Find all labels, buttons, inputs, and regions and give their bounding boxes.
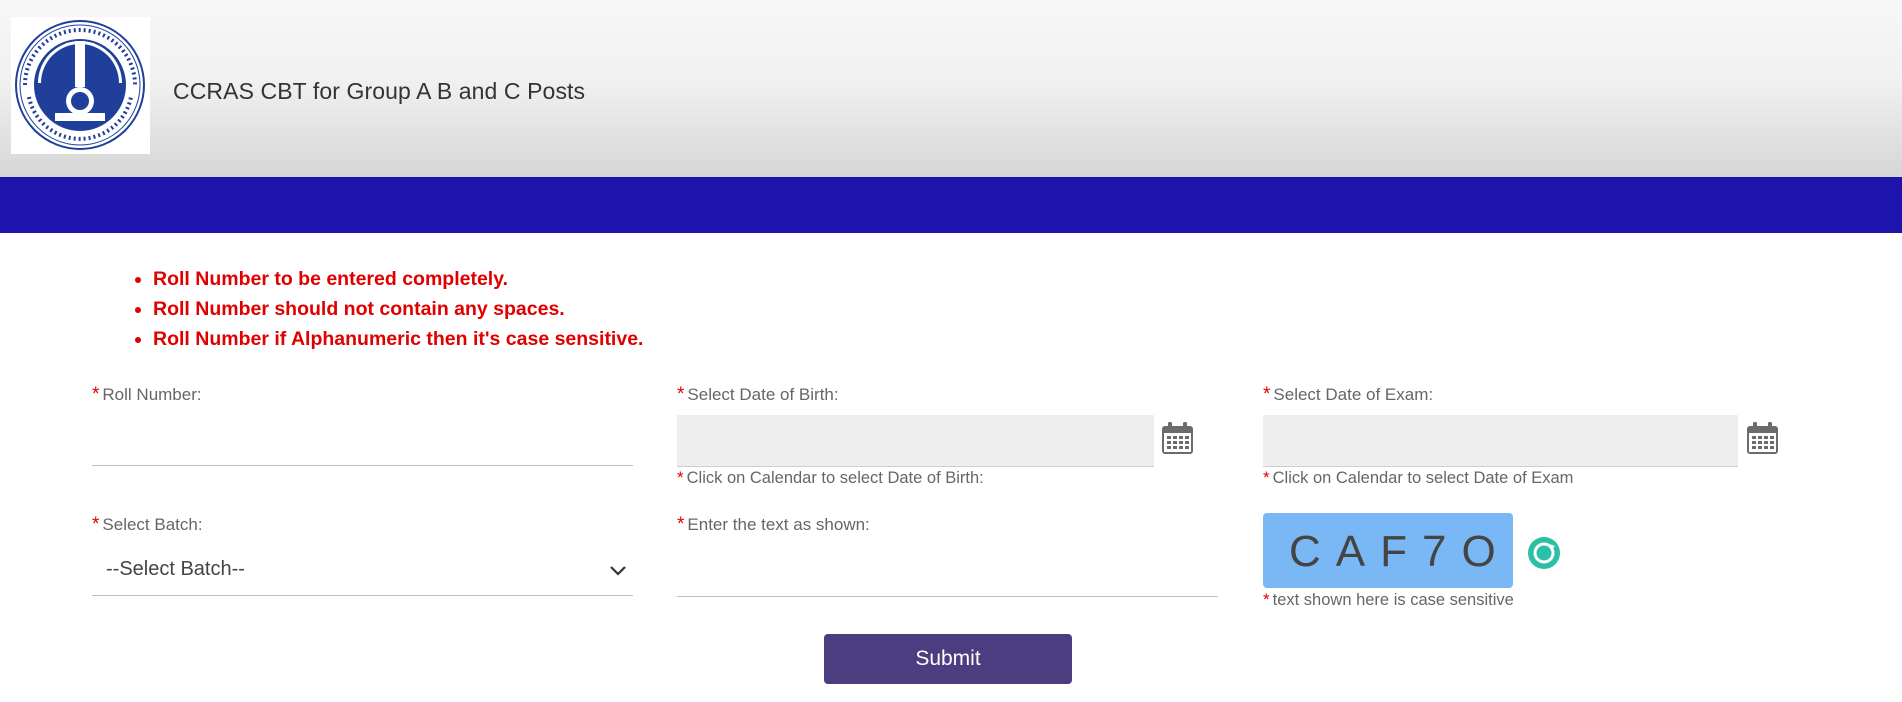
dob-label: * Select Date of Birth: [677, 384, 839, 406]
note-item: Roll Number if Alphanumeric then it's ca… [153, 324, 643, 354]
header-accent-bar [0, 177, 1902, 233]
ccras-logo [11, 17, 150, 154]
required-mark: * [1263, 384, 1271, 405]
calendar-icon[interactable] [1161, 422, 1194, 460]
exam-date-hint: * Click on Calendar to select Date of Exa… [1263, 468, 1573, 488]
exam-date-label: * Select Date of Exam: [1263, 384, 1433, 406]
captcha-hint-text: text shown here is case sensitive [1272, 591, 1514, 609]
batch-label: * Select Batch: [92, 514, 203, 536]
refresh-icon[interactable] [1527, 536, 1561, 575]
dob-hint: * Click on Calendar to select Date of Bir… [677, 468, 984, 488]
required-mark: * [92, 514, 100, 535]
roll-number-label: * Roll Number: [92, 384, 202, 406]
required-mark: * [1263, 468, 1270, 487]
captcha-input-label-text: Enter the text as shown: [687, 515, 870, 534]
captcha-input[interactable] [677, 555, 1218, 597]
exam-date-label-text: Select Date of Exam: [1273, 385, 1434, 404]
captcha-input-label: * Enter the text as shown: [677, 514, 870, 536]
required-mark: * [1263, 590, 1270, 609]
ccras-emblem-logo-icon [15, 20, 145, 150]
page-title: CCRAS CBT for Group A B and C Posts [173, 78, 586, 104]
required-mark: * [677, 514, 685, 535]
exam-date-input[interactable] [1263, 415, 1738, 467]
roll-number-notes: Roll Number to be entered completely. Ro… [130, 264, 643, 354]
roll-number-label-text: Roll Number: [102, 385, 202, 404]
roll-number-input[interactable] [92, 424, 633, 466]
page-header: CCRAS CBT for Group A B and C Posts [0, 0, 1902, 177]
captcha-text: CAF7O [1289, 527, 1511, 576]
required-mark: * [677, 384, 685, 405]
submit-button[interactable]: Submit [824, 634, 1072, 684]
batch-label-text: Select Batch: [102, 515, 203, 534]
note-item: Roll Number should not contain any space… [153, 294, 643, 324]
dob-input[interactable] [677, 415, 1154, 467]
chevron-down-icon [609, 564, 627, 582]
dob-label-text: Select Date of Birth: [687, 385, 839, 404]
calendar-icon[interactable] [1746, 422, 1779, 460]
captcha-image: CAF7O [1263, 513, 1513, 588]
note-item: Roll Number to be entered completely. [153, 264, 643, 294]
required-mark: * [92, 384, 100, 405]
captcha-hint: * text shown here is case sensitive [1263, 590, 1514, 610]
batch-select-value: --Select Batch-- [106, 558, 245, 580]
batch-select[interactable]: --Select Batch-- [92, 548, 633, 596]
required-mark: * [677, 468, 684, 487]
exam-date-hint-text: Click on Calendar to select Date of Exam [1272, 469, 1574, 487]
dob-hint-text: Click on Calendar to select Date of Birt… [686, 469, 984, 487]
